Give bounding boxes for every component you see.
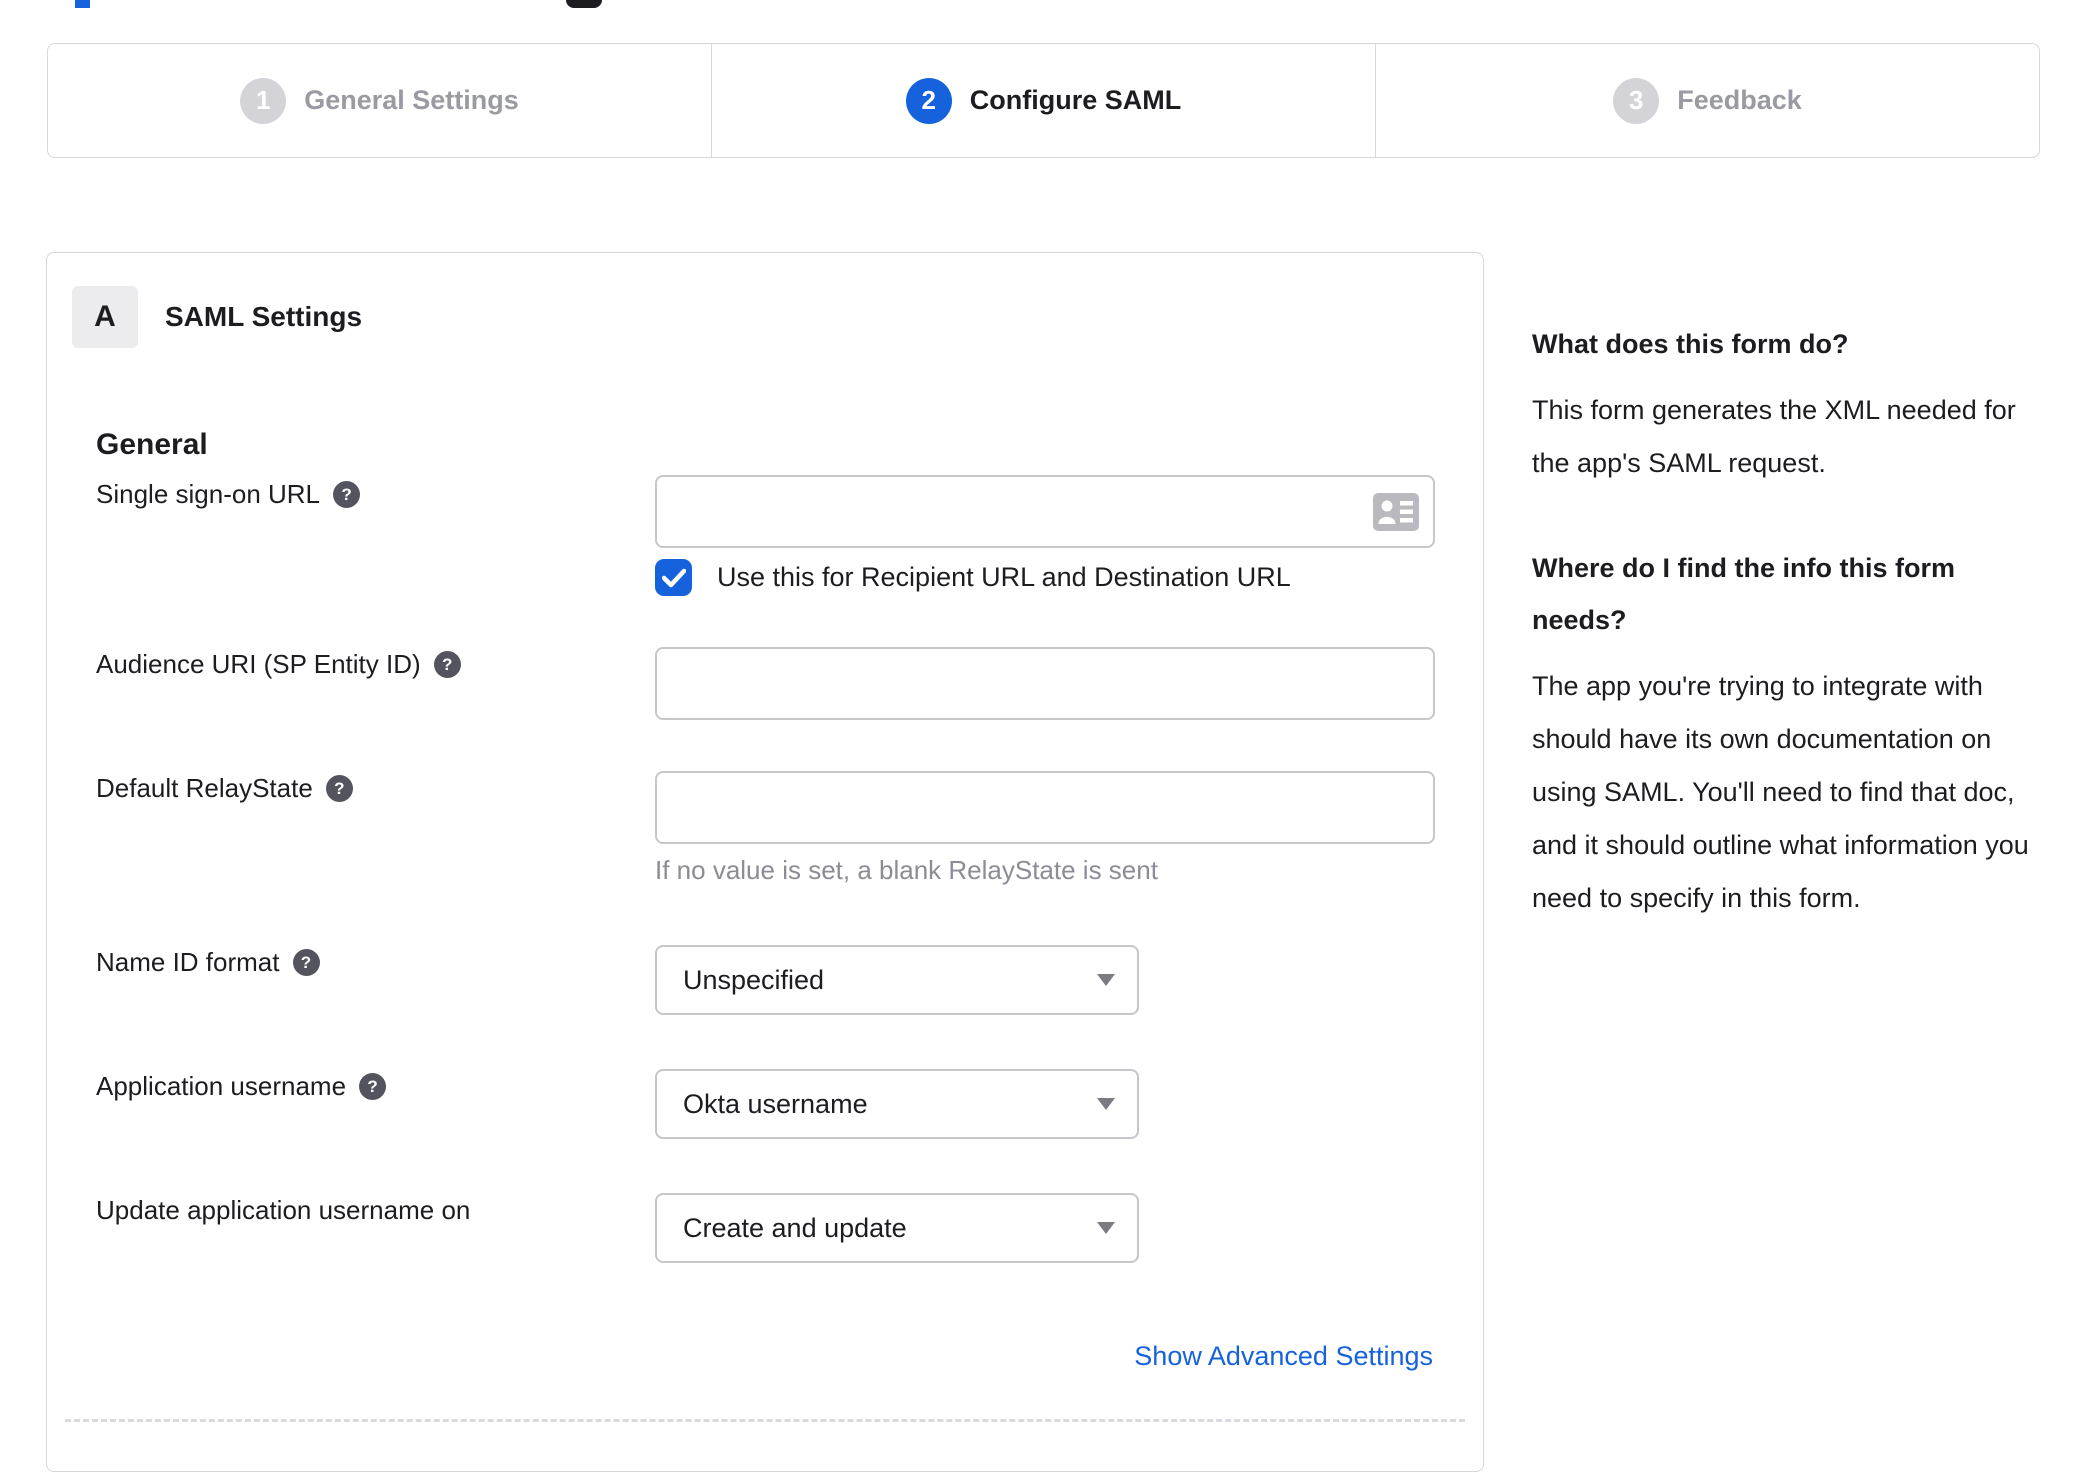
update-app-username-label-text: Update application username on xyxy=(96,1195,471,1225)
name-id-format-value: Unspecified xyxy=(683,964,825,995)
help-icon[interactable]: ? xyxy=(433,651,461,678)
audience-uri-label-text: Audience URI (SP Entity ID) xyxy=(96,649,421,679)
name-id-format-select[interactable]: Unspecified xyxy=(655,945,1139,1015)
recipient-url-checkbox-label: Use this for Recipient URL and Destinati… xyxy=(717,562,1291,592)
wizard-stepper: 1 General Settings 2 Configure SAML 3 Fe… xyxy=(47,43,2040,158)
relay-state-label: Default RelayState ? xyxy=(96,773,353,804)
configure-saml-page: { "colors": { "accent_blue": "#1662dd", … xyxy=(0,0,2092,1472)
help-answer-1: This form generates the XML needed for t… xyxy=(1532,395,2016,478)
step-general-settings[interactable]: 1 General Settings xyxy=(48,44,711,157)
general-section-heading: General xyxy=(96,428,208,461)
sso-url-input-wrap xyxy=(655,475,1435,548)
step-3-number-badge: 3 xyxy=(1613,77,1660,124)
relay-state-label-text: Default RelayState xyxy=(96,773,313,803)
section-a-badge: A xyxy=(72,286,138,348)
dashed-section-divider xyxy=(65,1419,1465,1422)
sso-url-label-text: Single sign-on URL xyxy=(96,479,321,509)
checkmark-icon xyxy=(661,568,686,587)
update-app-username-label: Update application username on xyxy=(96,1195,470,1226)
relay-state-input[interactable] xyxy=(655,771,1435,844)
sso-url-input[interactable] xyxy=(655,475,1435,548)
chevron-down-icon xyxy=(1097,1098,1115,1110)
step-1-label: General Settings xyxy=(304,85,519,115)
audience-uri-input[interactable] xyxy=(655,647,1435,720)
help-question-1: What does this form do? xyxy=(1532,329,1849,359)
name-id-format-label: Name ID format ? xyxy=(96,947,320,978)
help-icon[interactable]: ? xyxy=(292,949,320,976)
recipient-url-checkbox[interactable] xyxy=(655,559,692,596)
panel-title: SAML Settings xyxy=(165,301,363,332)
update-app-username-select[interactable]: Create and update xyxy=(655,1193,1139,1263)
show-advanced-settings-link[interactable]: Show Advanced Settings xyxy=(1134,1341,1433,1372)
chevron-down-icon xyxy=(1097,1222,1115,1234)
app-username-label: Application username ? xyxy=(96,1071,387,1102)
step-feedback[interactable]: 3 Feedback xyxy=(1375,44,2039,157)
audience-uri-label: Audience URI (SP Entity ID) ? xyxy=(96,649,461,680)
cutoff-blue-fragment xyxy=(75,0,90,8)
update-app-username-value: Create and update xyxy=(683,1212,907,1243)
step-1-number-badge: 1 xyxy=(240,77,287,124)
step-3-label: Feedback xyxy=(1677,85,1802,115)
step-2-label: Configure SAML xyxy=(969,85,1182,115)
step-2-number-badge: 2 xyxy=(905,77,952,124)
app-username-select[interactable]: Okta username xyxy=(655,1069,1139,1139)
saml-settings-panel: A SAML Settings General Single sign-on U… xyxy=(46,252,1484,1472)
name-id-format-label-text: Name ID format xyxy=(96,947,280,977)
recipient-url-checkbox-row: Use this for Recipient URL and Destinati… xyxy=(655,559,1291,596)
help-question-2: Where do I find the info this form needs… xyxy=(1532,553,1955,635)
cutoff-dark-fragment xyxy=(566,0,602,8)
app-username-value: Okta username xyxy=(683,1088,868,1119)
app-username-label-text: Application username xyxy=(96,1071,347,1101)
help-sidebar: What does this form do? This form genera… xyxy=(1532,318,2044,977)
relay-state-hint: If no value is set, a blank RelayState i… xyxy=(655,855,1158,885)
help-icon[interactable]: ? xyxy=(325,775,353,802)
help-answer-2: The app you're trying to integrate with … xyxy=(1532,671,2029,913)
help-icon[interactable]: ? xyxy=(359,1073,387,1100)
help-icon[interactable]: ? xyxy=(333,481,361,508)
sso-url-label: Single sign-on URL ? xyxy=(96,479,361,510)
chevron-down-icon xyxy=(1097,974,1115,986)
step-configure-saml[interactable]: 2 Configure SAML xyxy=(711,44,1375,157)
